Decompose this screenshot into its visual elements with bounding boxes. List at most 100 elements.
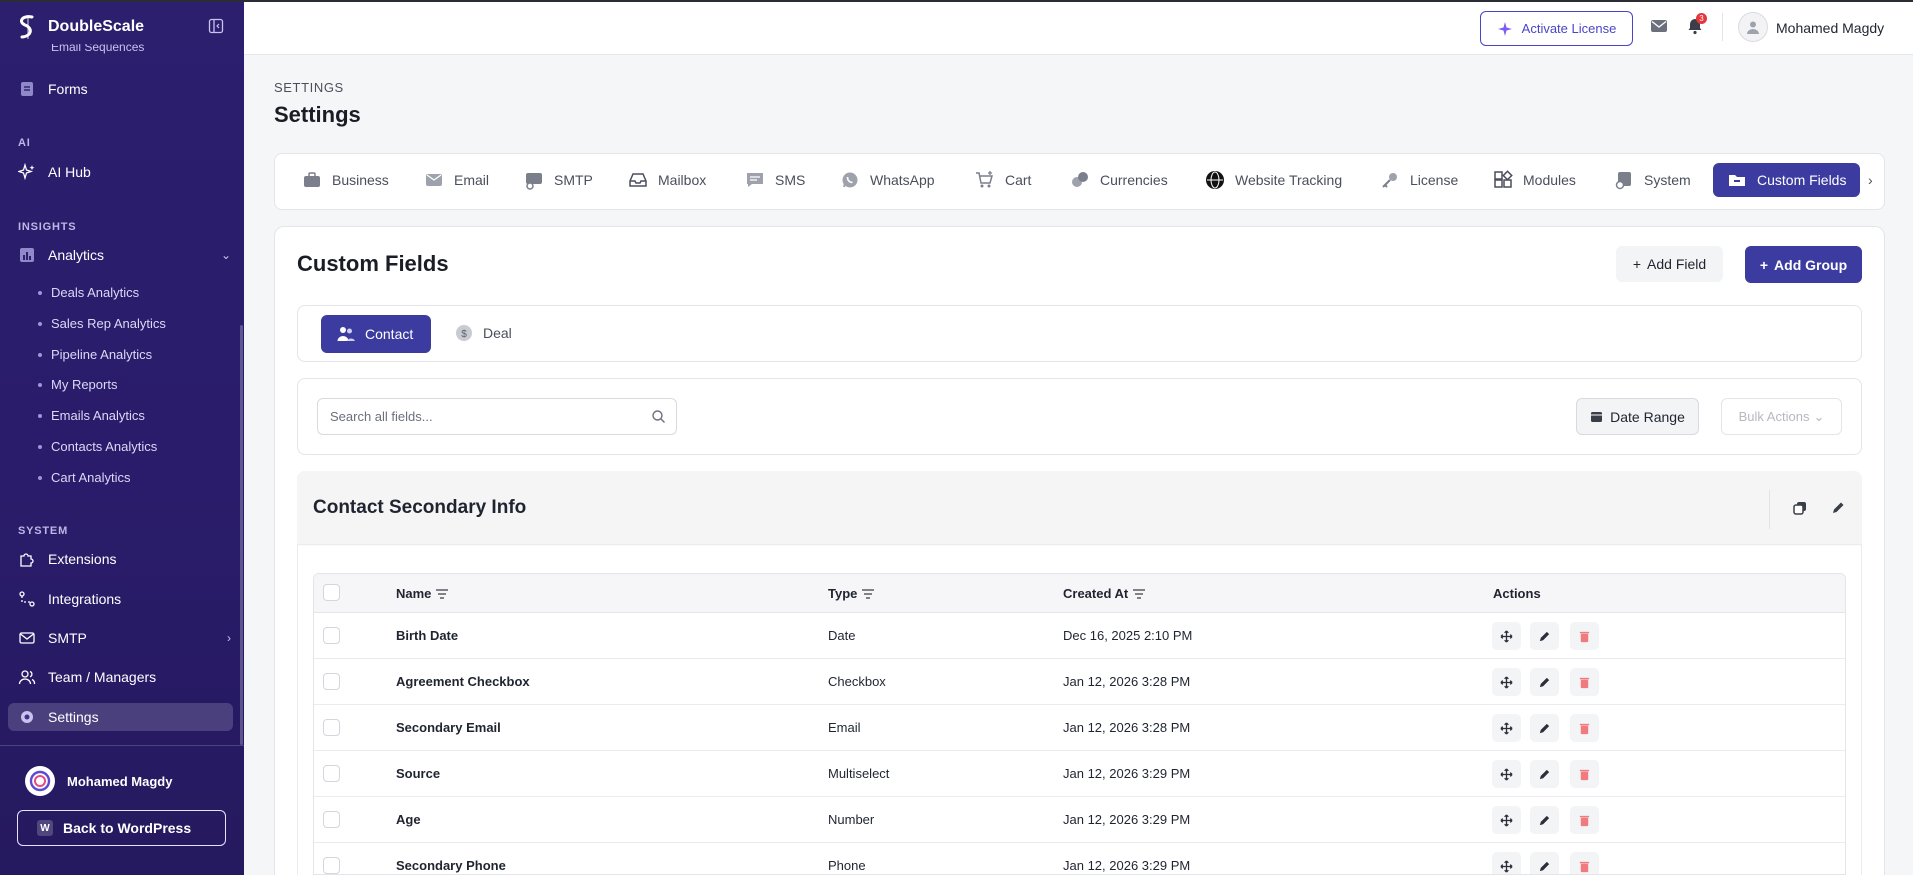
- table-row[interactable]: Age Number Jan 12, 2026 3:29 PM: [314, 797, 1845, 843]
- sidebar-item-settings[interactable]: Settings: [18, 702, 233, 732]
- breadcrumb: SETTINGS: [274, 80, 344, 95]
- sidebar-item-ai-hub[interactable]: AI Hub: [18, 157, 233, 187]
- row-checkbox[interactable]: [323, 857, 340, 874]
- tab-modules[interactable]: Modules: [1493, 163, 1576, 197]
- edit-icon: [1539, 769, 1550, 779]
- date-range-button[interactable]: Date Range: [1576, 398, 1699, 435]
- back-to-wordpress-button[interactable]: W Back to WordPress: [17, 810, 226, 846]
- svg-text:$: $: [461, 329, 467, 340]
- sidebar-subitem-my-reports[interactable]: My Reports: [38, 377, 117, 392]
- column-header-created-at[interactable]: Created At: [1063, 586, 1146, 601]
- tab-sms[interactable]: SMS: [745, 163, 805, 197]
- move-button[interactable]: [1492, 760, 1521, 788]
- gear-icon: [21, 711, 33, 723]
- row-checkbox[interactable]: [323, 719, 340, 736]
- sidebar-item-analytics[interactable]: Analytics ⌄: [18, 240, 233, 270]
- sidebar-item-extensions[interactable]: Extensions: [18, 544, 233, 574]
- edit-button[interactable]: [1530, 714, 1559, 742]
- tab-cart[interactable]: Cart: [975, 163, 1031, 197]
- sidebar-subitem-contacts-analytics[interactable]: Contacts Analytics: [38, 439, 157, 454]
- sidebar-subitem-sales-rep-analytics[interactable]: Sales Rep Analytics: [38, 316, 166, 331]
- move-button[interactable]: [1492, 668, 1521, 696]
- edit-button[interactable]: [1530, 760, 1559, 788]
- sidebar-section-insights: INSIGHTS: [18, 221, 77, 233]
- sidebar-item-integrations[interactable]: Integrations: [18, 584, 233, 614]
- tab-license[interactable]: License: [1380, 163, 1458, 197]
- edit-icon: [1539, 815, 1550, 825]
- delete-button[interactable]: [1570, 714, 1599, 742]
- sidebar-item-smtp[interactable]: SMTP ›: [18, 623, 233, 653]
- sidebar-subitem-deals-analytics[interactable]: Deals Analytics: [38, 285, 139, 300]
- table-row[interactable]: Source Multiselect Jan 12, 2026 3:29 PM: [314, 751, 1845, 797]
- delete-button[interactable]: [1570, 760, 1599, 788]
- move-button[interactable]: [1492, 806, 1521, 834]
- row-checkbox[interactable]: [323, 627, 340, 644]
- move-icon: [1500, 813, 1513, 827]
- move-button[interactable]: [1492, 852, 1521, 874]
- edit-icon[interactable]: [1830, 500, 1846, 516]
- plus-icon: +: [1632, 256, 1642, 272]
- user-icon: [1747, 21, 1759, 34]
- cell-type: Phone: [828, 858, 866, 873]
- tab-mailbox[interactable]: Mailbox: [628, 163, 706, 197]
- sidebar-subitem-emails-analytics[interactable]: Emails Analytics: [38, 408, 145, 423]
- delete-button[interactable]: [1570, 806, 1599, 834]
- add-field-button[interactable]: + Add Field: [1616, 246, 1723, 282]
- delete-button[interactable]: [1570, 668, 1599, 696]
- back-to-wordpress-label: Back to WordPress: [63, 820, 192, 836]
- move-button[interactable]: [1492, 622, 1521, 650]
- delete-button[interactable]: [1570, 852, 1599, 874]
- chevron-right-icon[interactable]: ›: [1868, 172, 1873, 188]
- sidebar-user[interactable]: Mohamed Magdy: [25, 766, 172, 796]
- tab-label: Cart: [1005, 172, 1032, 188]
- sidebar-item-team-managers[interactable]: Team / Managers: [18, 662, 233, 692]
- subtab-deal[interactable]: $ Deal: [455, 324, 512, 342]
- edit-button[interactable]: [1530, 622, 1559, 650]
- sidebar-scrollbar[interactable]: [240, 325, 243, 745]
- edit-button[interactable]: [1530, 668, 1559, 696]
- sidebar-subitem-label: Cart Analytics: [51, 470, 131, 485]
- sidebar-section-system: SYSTEM: [18, 525, 69, 537]
- sidebar-subitem-cart-analytics[interactable]: Cart Analytics: [38, 470, 130, 485]
- avatar[interactable]: [1738, 12, 1768, 42]
- tab-smtp[interactable]: SMTP: [524, 163, 593, 197]
- bulk-actions-select[interactable]: Bulk Actions ⌄: [1721, 398, 1842, 435]
- sidebar-item-forms[interactable]: Forms: [18, 74, 233, 104]
- search-input[interactable]: Search all fields...: [317, 398, 677, 435]
- activate-license-button[interactable]: Activate License: [1480, 11, 1633, 46]
- column-header-type[interactable]: Type: [828, 586, 875, 601]
- tab-email[interactable]: Email: [424, 163, 489, 197]
- tab-system[interactable]: System: [1614, 163, 1691, 197]
- tab-custom-fields[interactable]: Custom Fields: [1713, 163, 1861, 197]
- table-row[interactable]: Secondary Email Email Jan 12, 2026 3:28 …: [314, 705, 1845, 751]
- top-user-name[interactable]: Mohamed Magdy: [1776, 20, 1884, 36]
- tab-whatsapp[interactable]: WhatsApp: [840, 163, 935, 197]
- brand[interactable]: DoubleScale: [14, 12, 144, 42]
- mail-icon: [426, 174, 442, 186]
- delete-button[interactable]: [1570, 622, 1599, 650]
- sidebar-divider: [0, 745, 244, 746]
- table-row[interactable]: Birth Date Date Dec 16, 2025 2:10 PM: [314, 613, 1845, 659]
- cart-icon: [976, 171, 993, 188]
- column-header-name[interactable]: Name: [396, 586, 449, 601]
- select-all-checkbox[interactable]: [323, 584, 340, 601]
- table-row[interactable]: Secondary Phone Phone Jan 12, 2026 3:29 …: [314, 843, 1845, 874]
- edit-button[interactable]: [1530, 806, 1559, 834]
- move-button[interactable]: [1492, 714, 1521, 742]
- duplicate-icon[interactable]: [1792, 500, 1808, 516]
- mail-icon[interactable]: [1650, 18, 1668, 34]
- sidebar-subitem-pipeline-analytics[interactable]: Pipeline Analytics: [38, 347, 152, 362]
- subtab-contact[interactable]: Contact: [321, 315, 431, 353]
- tab-currencies[interactable]: Currencies: [1070, 163, 1168, 197]
- row-checkbox[interactable]: [323, 765, 340, 782]
- edit-button[interactable]: [1530, 852, 1559, 874]
- tab-business[interactable]: Business: [302, 163, 389, 197]
- add-group-button[interactable]: + Add Group: [1745, 246, 1862, 283]
- move-icon: [1500, 629, 1513, 643]
- table-row[interactable]: Agreement Checkbox Checkbox Jan 12, 2026…: [314, 659, 1845, 705]
- row-checkbox[interactable]: [323, 673, 340, 690]
- tab-website-tracking[interactable]: Website Tracking: [1205, 163, 1342, 197]
- sidebar-item-email-sequences-partial[interactable]: Email Sequences: [51, 44, 144, 56]
- row-checkbox[interactable]: [323, 811, 340, 828]
- sidebar-collapse-icon[interactable]: [208, 18, 224, 34]
